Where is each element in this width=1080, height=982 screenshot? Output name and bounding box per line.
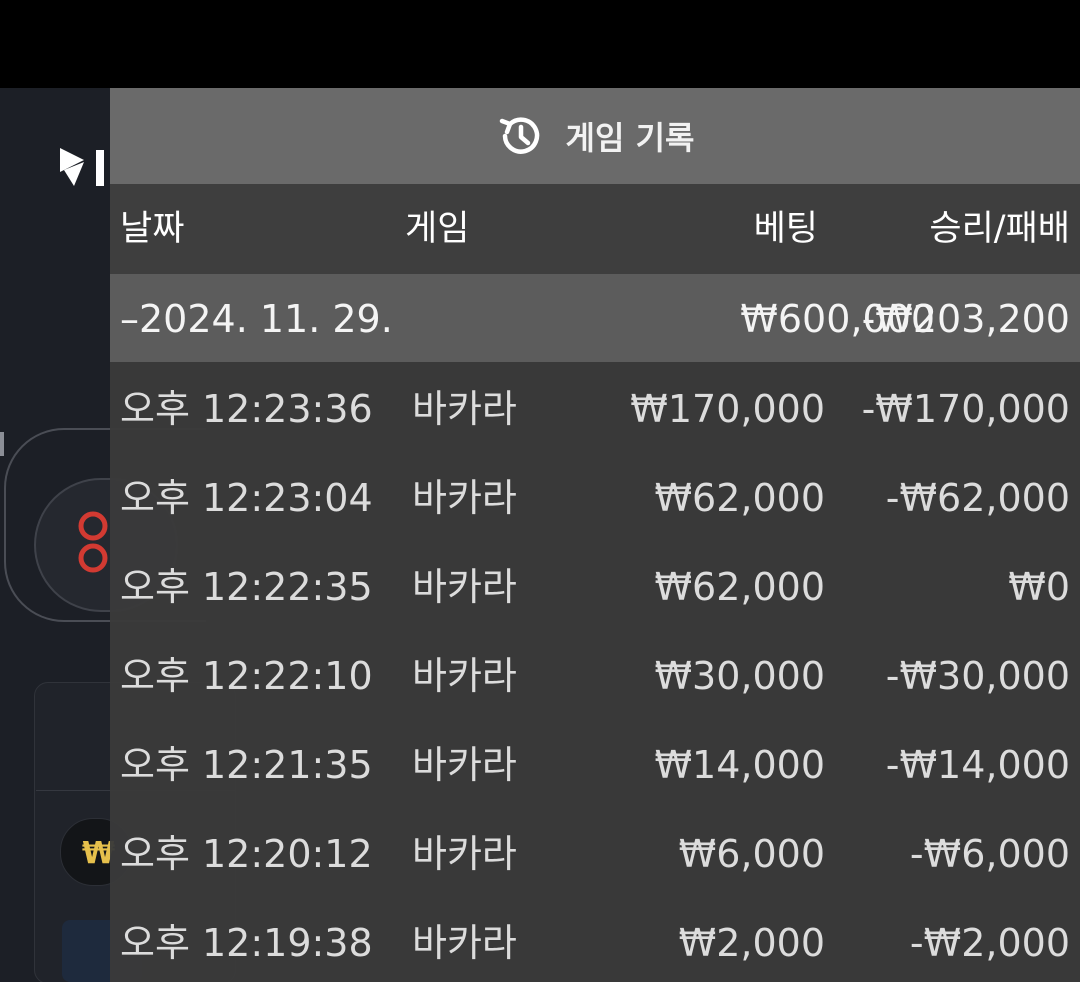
roadmap-rings-icon <box>78 511 108 573</box>
row-win-loss: -₩14,000 <box>885 743 1070 787</box>
row-bet: ₩62,000 <box>654 565 825 609</box>
column-win-loss: 승리/패배 <box>929 209 1070 249</box>
row-bet: ₩170,000 <box>630 387 825 431</box>
history-icon <box>499 117 539 154</box>
game-history-panel: 게임 기록 날짜 게임 베팅 승리/패배 –2024. 11. 29. ₩600… <box>110 88 1080 982</box>
row-time: 오후 12:21:35 <box>120 743 373 787</box>
row-bet: ₩6,000 <box>678 832 825 876</box>
row-bet: ₩14,000 <box>654 743 825 787</box>
panel-title: 게임 기록 <box>565 119 695 157</box>
table-row[interactable]: 오후 12:23:36 바카라 ₩170,000 -₩170,000 <box>110 362 1080 451</box>
table-header: 날짜 게임 베팅 승리/패배 <box>110 184 1080 274</box>
table-row[interactable]: 오후 12:20:12 바카라 ₩6,000 -₩6,000 <box>110 807 1080 896</box>
row-game: 바카라 <box>412 654 517 698</box>
column-bet: 베팅 <box>753 209 818 249</box>
background-edge-marker <box>0 432 4 456</box>
summary-date: –2024. 11. 29. <box>120 297 393 341</box>
table-row[interactable]: 오후 12:23:04 바카라 ₩62,000 -₩62,000 <box>110 451 1080 540</box>
row-game: 바카라 <box>412 476 517 520</box>
screen: ₩ 게임 기록 날짜 게임 베팅 승리/패배 –2024. 11. 29. ₩6… <box>0 0 1080 982</box>
row-time: 오후 12:22:35 <box>120 565 373 609</box>
row-win-loss: -₩170,000 <box>861 387 1070 431</box>
table-row[interactable]: 오후 12:21:35 바카라 ₩14,000 -₩14,000 <box>110 718 1080 807</box>
row-bet: ₩2,000 <box>678 921 825 965</box>
column-date: 날짜 <box>120 209 185 249</box>
row-bet: ₩30,000 <box>654 654 825 698</box>
table-row[interactable]: 오후 12:19:38 바카라 ₩2,000 -₩2,000 <box>110 896 1080 982</box>
row-time: 오후 12:20:12 <box>120 832 373 876</box>
row-win-loss: -₩2,000 <box>909 921 1070 965</box>
top-status-bar <box>0 0 1080 88</box>
date-summary-row[interactable]: –2024. 11. 29. ₩600,000 -₩203,200 <box>110 274 1080 362</box>
brand-logo-icon <box>60 148 104 186</box>
summary-win-loss: -₩203,200 <box>861 297 1070 341</box>
panel-header: 게임 기록 <box>110 88 1080 184</box>
row-time: 오후 12:19:38 <box>120 921 373 965</box>
row-win-loss: ₩0 <box>1008 565 1070 609</box>
row-win-loss: -₩6,000 <box>909 832 1070 876</box>
row-game: 바카라 <box>412 921 517 965</box>
table-row[interactable]: 오후 12:22:10 바카라 ₩30,000 -₩30,000 <box>110 629 1080 718</box>
row-game: 바카라 <box>412 832 517 876</box>
row-bet: ₩62,000 <box>654 476 825 520</box>
row-win-loss: -₩62,000 <box>885 476 1070 520</box>
row-time: 오후 12:22:10 <box>120 654 373 698</box>
table-row[interactable]: 오후 12:22:35 바카라 ₩62,000 ₩0 <box>110 540 1080 629</box>
row-win-loss: -₩30,000 <box>885 654 1070 698</box>
row-game: 바카라 <box>412 387 517 431</box>
row-time: 오후 12:23:04 <box>120 476 373 520</box>
row-game: 바카라 <box>412 743 517 787</box>
column-game: 게임 <box>405 209 470 249</box>
row-time: 오후 12:23:36 <box>120 387 373 431</box>
row-game: 바카라 <box>412 565 517 609</box>
